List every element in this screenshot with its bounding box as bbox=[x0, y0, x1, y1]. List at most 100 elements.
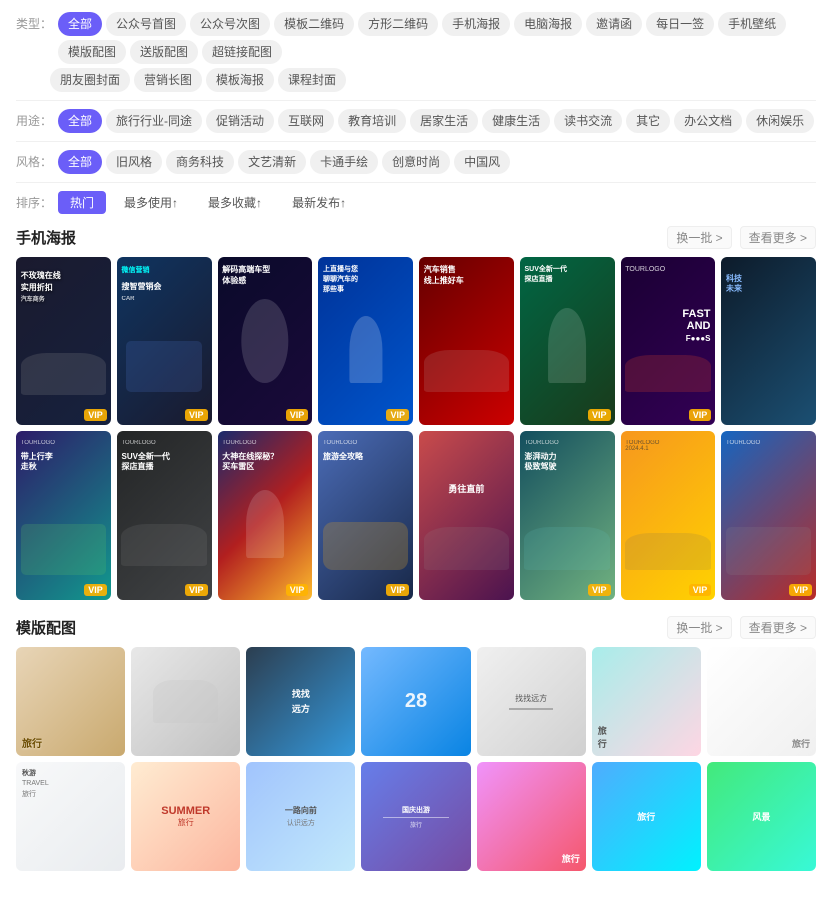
industry-tag-9[interactable]: 办公文档 bbox=[674, 109, 742, 133]
vip-badge-14: VIP bbox=[588, 584, 611, 596]
type-tag-16[interactable]: 课程封面 bbox=[278, 68, 346, 92]
poster-card-12[interactable]: TOURLOGO 旅游全攻略 VIP bbox=[318, 431, 413, 599]
layout-card-9[interactable]: SUMMER 旅行 bbox=[131, 762, 240, 871]
type-tag-6[interactable]: 电脑海报 bbox=[514, 12, 582, 36]
poster-card-10[interactable]: TOURLOGO SUV全新一代探店直播 VIP bbox=[117, 431, 212, 599]
vip-badge-16: VIP bbox=[789, 584, 812, 596]
poster-refresh-action[interactable]: 换一批 > bbox=[667, 226, 731, 249]
layout-section-title: 模版配图 bbox=[16, 617, 76, 638]
type-tag-8[interactable]: 每日一签 bbox=[646, 12, 714, 36]
poster-card-8[interactable]: 科技未来 bbox=[721, 257, 816, 425]
poster-card-4[interactable]: 上直播与您聊聊汽车的那些事 VIP bbox=[318, 257, 413, 425]
layout-card-8[interactable]: 秋游 TRAVEL 旅行 bbox=[16, 762, 125, 871]
layout-card-3[interactable]: 找找 远方 bbox=[246, 647, 355, 756]
type-tag-9[interactable]: 手机壁纸 bbox=[718, 12, 786, 36]
layout-more-action[interactable]: 查看更多 > bbox=[740, 616, 816, 639]
sort-tag-new[interactable]: 最新发布↑ bbox=[280, 191, 358, 214]
divider-2 bbox=[16, 141, 816, 142]
industry-tag-1[interactable]: 旅行行业-同途 bbox=[106, 109, 202, 133]
style-tag-5[interactable]: 创意时尚 bbox=[382, 150, 450, 174]
layout-card-2[interactable] bbox=[131, 647, 240, 756]
vip-badge-11: VIP bbox=[286, 584, 309, 596]
poster-card-11[interactable]: TOURLOGO 大神在线探秘？买车雷区 VIP bbox=[218, 431, 313, 599]
divider-3 bbox=[16, 182, 816, 183]
layout-section-header: 模版配图 换一批 > 查看更多 > bbox=[16, 616, 816, 639]
industry-tag-6[interactable]: 健康生活 bbox=[482, 109, 550, 133]
layout-card-13[interactable]: 旅行 bbox=[592, 762, 701, 871]
layout-card-7[interactable]: 旅行 bbox=[707, 647, 816, 756]
filter-row-type2: 朋友圈封面 营销长图 模板海报 课程封面 bbox=[50, 68, 816, 92]
type-tag-1[interactable]: 公众号首图 bbox=[106, 12, 186, 36]
layout-card-14[interactable]: 风景 bbox=[707, 762, 816, 871]
poster-card-3[interactable]: 解码高端车型体验感 VIP bbox=[218, 257, 313, 425]
poster-section: 手机海报 换一批 > 查看更多 > 不玫瑰在线实用折扣汽车商务 VIP 微信营销… bbox=[16, 226, 816, 600]
poster-card-6[interactable]: SUV全新一代探店直播 VIP bbox=[520, 257, 615, 425]
style-tag-all[interactable]: 全部 bbox=[58, 150, 102, 174]
layout-card-1[interactable]: 旅行 bbox=[16, 647, 125, 756]
poster-card-15[interactable]: TOURLOGO2024.4.1 VIP bbox=[621, 431, 716, 599]
poster-section-actions: 换一批 > 查看更多 > bbox=[667, 226, 816, 249]
poster-card-7[interactable]: TOURLOGO FASTANDF●●●S VIP bbox=[621, 257, 716, 425]
type-tag-14[interactable]: 营销长图 bbox=[134, 68, 202, 92]
vip-badge-15: VIP bbox=[689, 584, 712, 596]
style-label: 风格： bbox=[16, 150, 52, 174]
industry-tag-10[interactable]: 休闲娱乐 bbox=[746, 109, 814, 133]
poster-card-13[interactable]: 勇往直前 bbox=[419, 431, 514, 599]
type-tag-2[interactable]: 公众号次图 bbox=[190, 12, 270, 36]
style-tag-6[interactable]: 中国风 bbox=[454, 150, 510, 174]
industry-label: 用途： bbox=[16, 109, 52, 133]
layout-card-6[interactable]: 旅行 bbox=[592, 647, 701, 756]
industry-tag-all[interactable]: 全部 bbox=[58, 109, 102, 133]
layout-card-5[interactable]: 找找远方 bbox=[477, 647, 586, 756]
vip-badge-12: VIP bbox=[386, 584, 409, 596]
industry-tag-7[interactable]: 读书交流 bbox=[554, 109, 622, 133]
industry-tag-8[interactable]: 其它 bbox=[626, 109, 670, 133]
type-tag-13[interactable]: 朋友圈封面 bbox=[50, 68, 130, 92]
poster-card-5[interactable]: 汽车销售线上推好车 bbox=[419, 257, 514, 425]
type-tag-10[interactable]: 模版配图 bbox=[58, 40, 126, 64]
industry-tag-4[interactable]: 教育培训 bbox=[338, 109, 406, 133]
type-tag-15[interactable]: 模板海报 bbox=[206, 68, 274, 92]
layout-section-actions: 换一批 > 查看更多 > bbox=[667, 616, 816, 639]
sort-tag-fav[interactable]: 最多收藏↑ bbox=[196, 191, 274, 214]
poster-section-header: 手机海报 换一批 > 查看更多 > bbox=[16, 226, 816, 249]
sort-tag-hot[interactable]: 热门 bbox=[58, 191, 106, 214]
industry-tag-2[interactable]: 促销活动 bbox=[206, 109, 274, 133]
filter-row-type: 类型： 全部 公众号首图 公众号次图 模板二维码 方形二维码 手机海报 电脑海报… bbox=[16, 12, 816, 64]
layout-card-4[interactable]: 28 bbox=[361, 647, 470, 756]
type-tag-12[interactable]: 超链接配图 bbox=[202, 40, 282, 64]
type-tag-all[interactable]: 全部 bbox=[58, 12, 102, 36]
type-tag-4[interactable]: 方形二维码 bbox=[358, 12, 438, 36]
vip-badge-7: VIP bbox=[689, 409, 712, 421]
poster-card-9[interactable]: TOURLOGO 带上行李走秋 VIP bbox=[16, 431, 111, 599]
poster-grid-row2: TOURLOGO 带上行李走秋 VIP TOURLOGO SUV全新一代探店直播… bbox=[16, 431, 816, 599]
divider-1 bbox=[16, 100, 816, 101]
layout-section: 模版配图 换一批 > 查看更多 > 旅行 找找 远方 bbox=[16, 616, 816, 871]
type-tag-3[interactable]: 模板二维码 bbox=[274, 12, 354, 36]
poster-card-2[interactable]: 微信营销 搜智营销会CAR VIP bbox=[117, 257, 212, 425]
industry-tag-3[interactable]: 互联网 bbox=[278, 109, 334, 133]
sort-tag-use[interactable]: 最多使用↑ bbox=[112, 191, 190, 214]
layout-card-12[interactable]: 旅行 bbox=[477, 762, 586, 871]
poster-section-title: 手机海报 bbox=[16, 227, 76, 248]
style-tag-1[interactable]: 旧风格 bbox=[106, 150, 162, 174]
type-tag-7[interactable]: 邀请函 bbox=[586, 12, 642, 36]
poster-card-16[interactable]: TOURLOGO VIP bbox=[721, 431, 816, 599]
vip-badge-4: VIP bbox=[386, 409, 409, 421]
style-tags-container: 全部 旧风格 商务科技 文艺清新 卡通手绘 创意时尚 中国风 bbox=[58, 150, 510, 174]
poster-card-14[interactable]: TOURLOGO 澎湃动力极致驾驶 VIP bbox=[520, 431, 615, 599]
layout-refresh-action[interactable]: 换一批 > bbox=[667, 616, 731, 639]
type-tag-11[interactable]: 送版配图 bbox=[130, 40, 198, 64]
style-tag-2[interactable]: 商务科技 bbox=[166, 150, 234, 174]
vip-badge-9: VIP bbox=[84, 584, 107, 596]
layout-card-11[interactable]: 国庆出游 旅行 bbox=[361, 762, 470, 871]
style-tag-3[interactable]: 文艺清新 bbox=[238, 150, 306, 174]
poster-more-action[interactable]: 查看更多 > bbox=[740, 226, 816, 249]
industry-tag-5[interactable]: 居家生活 bbox=[410, 109, 478, 133]
type-tag-5[interactable]: 手机海报 bbox=[442, 12, 510, 36]
sort-row: 排序： 热门 最多使用↑ 最多收藏↑ 最新发布↑ bbox=[16, 191, 816, 214]
poster-card-1[interactable]: 不玫瑰在线实用折扣汽车商务 VIP bbox=[16, 257, 111, 425]
vip-badge-1: VIP bbox=[84, 409, 107, 421]
style-tag-4[interactable]: 卡通手绘 bbox=[310, 150, 378, 174]
layout-card-10[interactable]: 一路向前 认识远方 bbox=[246, 762, 355, 871]
